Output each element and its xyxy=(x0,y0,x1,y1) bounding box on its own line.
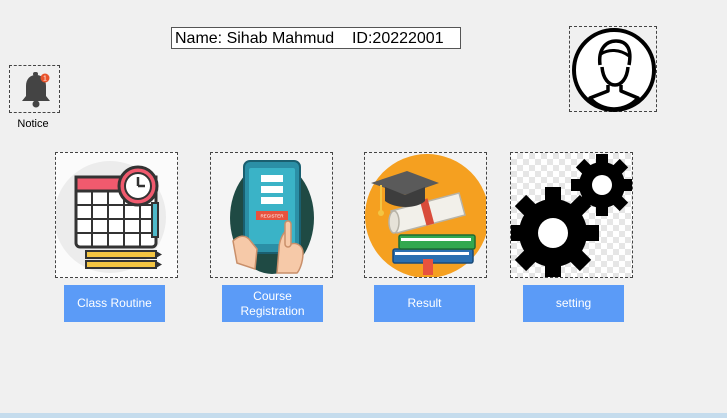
notice-label: Notice xyxy=(17,118,49,130)
notice-badge: 1 xyxy=(43,76,47,83)
setting-button[interactable]: setting xyxy=(523,285,624,322)
student-name-id-field: Name: Sihab Mahmud ID:20222001 xyxy=(171,27,461,49)
profile-avatar[interactable] xyxy=(569,26,657,112)
bell-icon: 1 xyxy=(22,72,50,108)
calendar-clock-icon xyxy=(56,161,166,273)
window-bottom-border xyxy=(0,413,727,418)
course-registration-button[interactable]: Course Registration xyxy=(222,285,323,322)
graduation-books-icon xyxy=(365,154,486,277)
setting-tile[interactable] xyxy=(510,152,633,278)
class-routine-tile[interactable] xyxy=(55,152,178,278)
user-avatar-icon xyxy=(572,28,656,112)
tablet-registration-icon: REGISTER xyxy=(230,160,314,274)
gears-icon xyxy=(511,154,632,277)
notice-button[interactable]: 1 xyxy=(9,65,60,113)
course-registration-tile[interactable]: REGISTER xyxy=(210,152,333,278)
result-tile[interactable] xyxy=(364,152,487,278)
register-screen-text: REGISTER xyxy=(260,214,284,219)
class-routine-button[interactable]: Class Routine xyxy=(64,285,165,322)
result-button[interactable]: Result xyxy=(374,285,475,322)
